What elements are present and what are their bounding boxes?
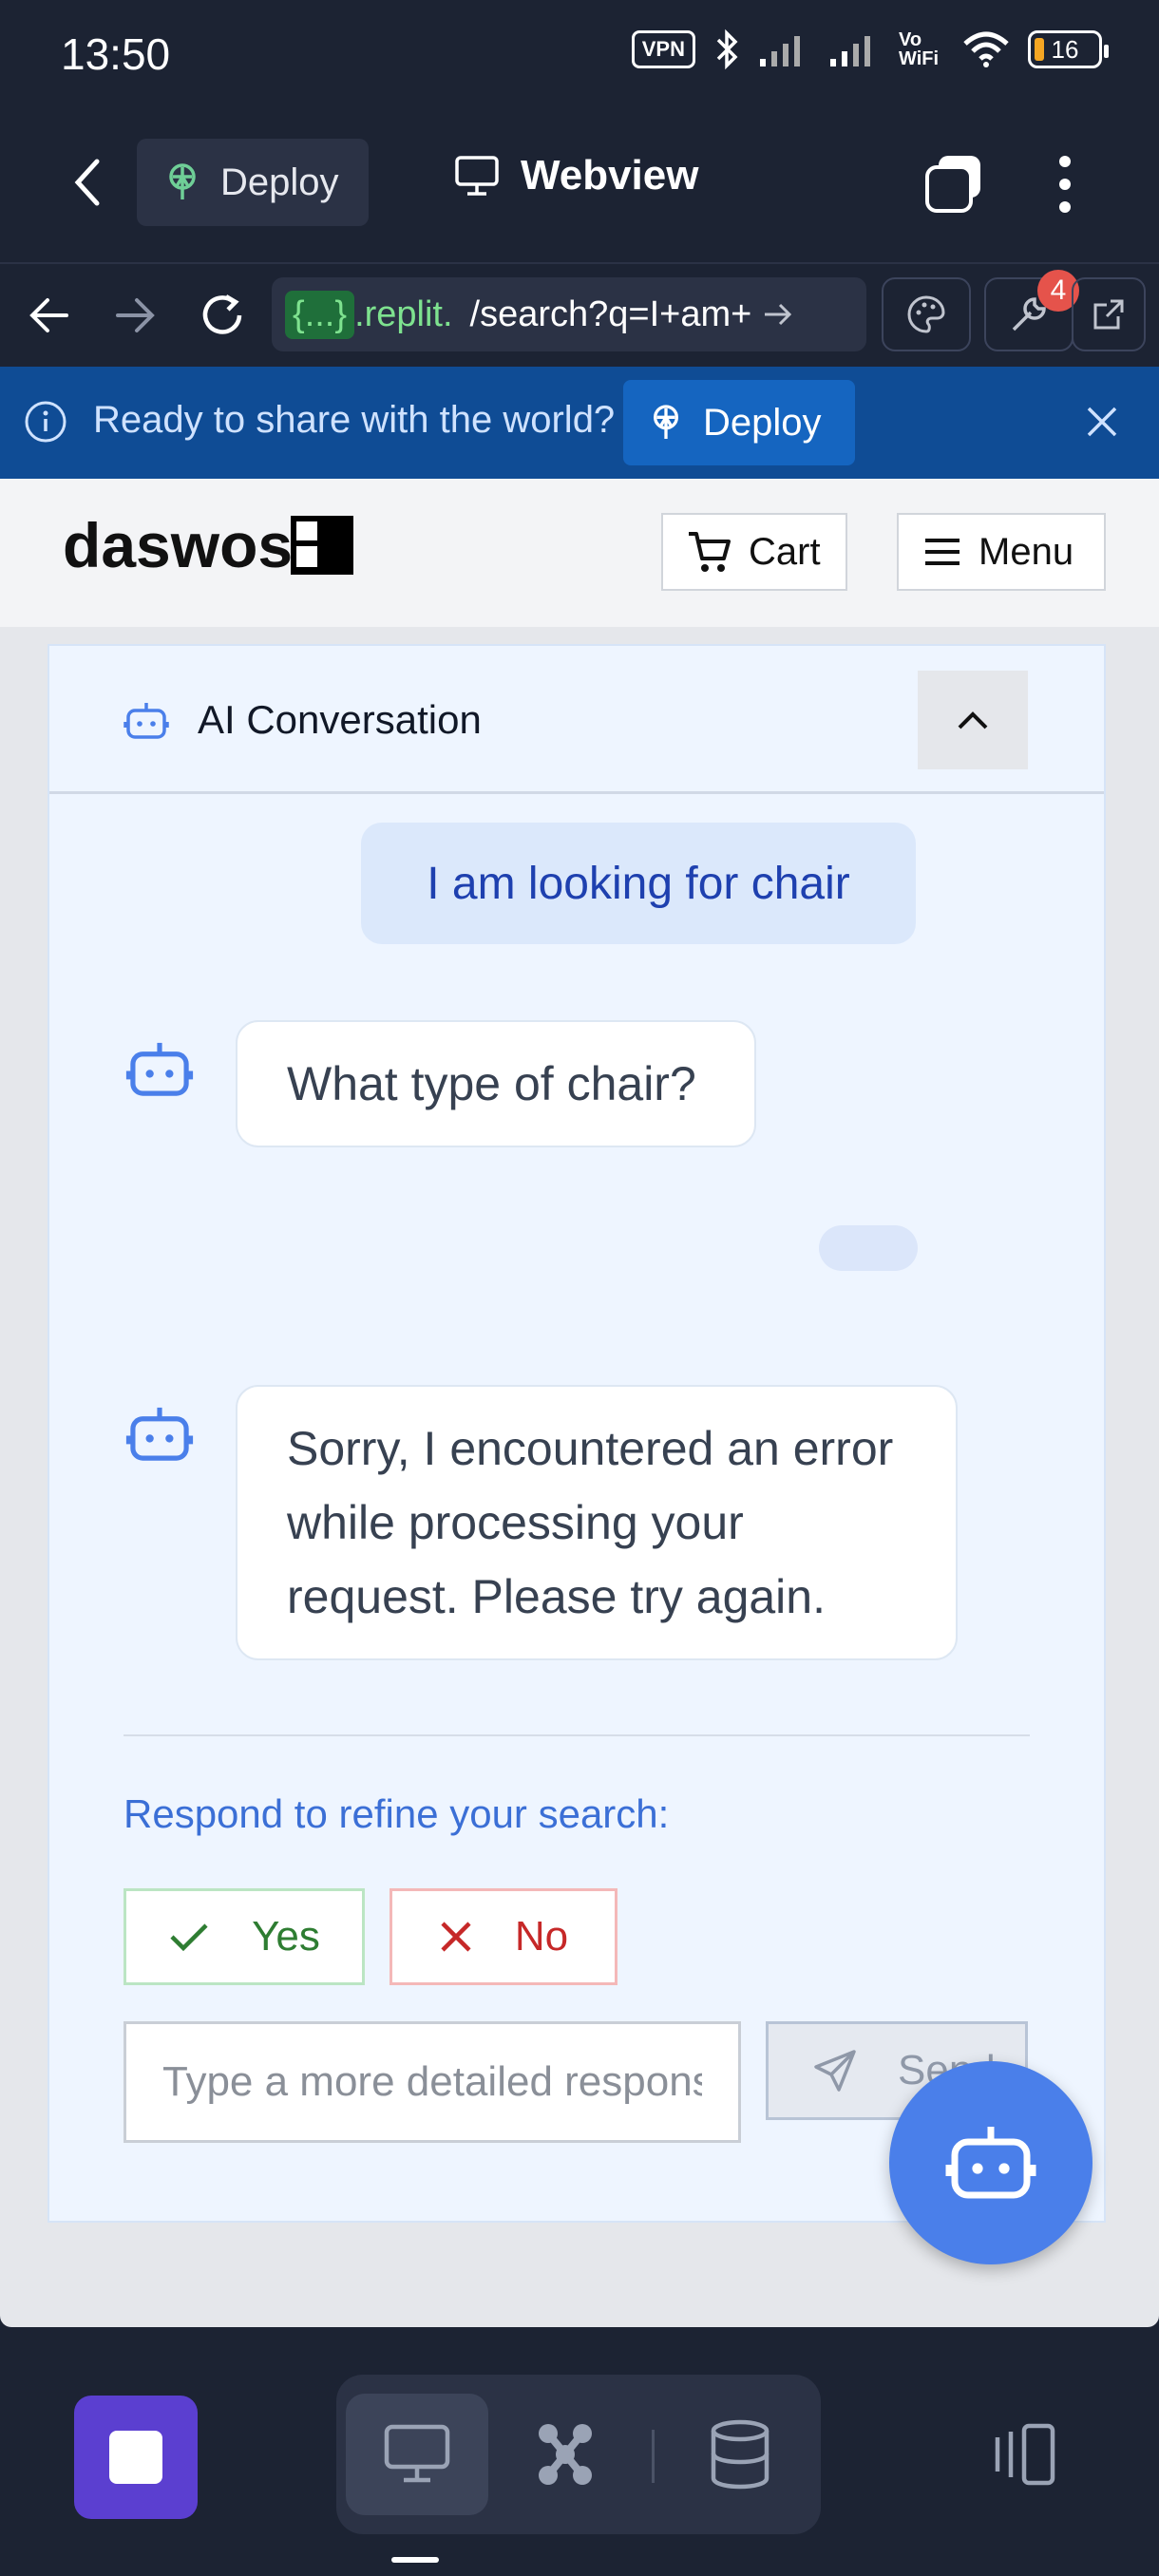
url-chip: {...} [285, 290, 355, 339]
reload-button[interactable] [198, 291, 247, 340]
status-time: 13:50 [61, 29, 171, 79]
ai-assistant-fab[interactable] [889, 2061, 1092, 2264]
hamburger-icon [925, 539, 960, 565]
refine-label: Respond to refine your search: [124, 1791, 670, 1836]
monitor-icon [384, 2424, 450, 2483]
robot-icon [124, 699, 169, 743]
banner-deploy-label: Deploy [703, 401, 822, 444]
open-external-button[interactable] [1072, 277, 1146, 351]
bot-avatar-icon [125, 1037, 194, 1102]
no-label: No [514, 1913, 569, 1960]
more-vertical-icon [1059, 156, 1071, 213]
stop-button[interactable] [74, 2396, 198, 2519]
yes-label: Yes [252, 1913, 320, 1960]
collapse-button[interactable] [918, 671, 1028, 769]
back-button[interactable] [66, 156, 108, 209]
user-message: I am looking for chair [361, 823, 916, 944]
separator [652, 2430, 655, 2483]
no-button[interactable]: No [390, 1888, 618, 1985]
monitor-icon [455, 156, 499, 196]
robot-icon [945, 2127, 1036, 2199]
palette-button[interactable] [882, 277, 971, 351]
check-icon [170, 1923, 208, 1952]
logo-text: daswos [63, 510, 294, 580]
panels-button[interactable] [986, 2422, 1058, 2489]
deploy-icon [654, 405, 678, 439]
typing-indicator [819, 1225, 918, 1271]
bluetooth-icon [716, 28, 738, 70]
banner-close-button[interactable] [1083, 403, 1121, 441]
menu-button[interactable]: Menu [897, 513, 1106, 591]
tab-webview[interactable] [346, 2394, 488, 2515]
cart-icon [689, 532, 731, 572]
logo-mark [291, 516, 354, 575]
bot-message: What type of chair? [236, 1020, 756, 1147]
status-icons: VPN Vo WiFi 16 [631, 28, 1109, 70]
tab-database[interactable] [669, 2394, 811, 2515]
cart-label: Cart [749, 530, 821, 573]
workflow-icon [539, 2424, 592, 2485]
url-path: /search?q=I+am+ [469, 294, 752, 334]
chevron-up-icon [958, 711, 988, 729]
devtools-button[interactable]: 4 [984, 270, 1079, 351]
tabs-button[interactable] [923, 152, 986, 215]
tab-workflow[interactable] [494, 2394, 636, 2515]
external-link-icon [1093, 299, 1124, 330]
panel-title: AI Conversation [198, 697, 482, 742]
nav-back-button[interactable] [27, 293, 72, 338]
bot-error-message: Sorry, I encountered an error while proc… [236, 1385, 958, 1660]
send-icon [814, 2050, 856, 2092]
cart-button[interactable]: Cart [661, 513, 847, 591]
wifi-icon [963, 31, 1009, 67]
panels-icon [995, 2423, 1055, 2486]
site-logo[interactable]: daswos [63, 509, 354, 581]
palette-icon [907, 295, 945, 333]
vowifi-label: Vo WiFi [899, 29, 940, 69]
detailed-response-input[interactable] [124, 2021, 741, 2143]
vpn-icon: VPN [631, 30, 695, 68]
signal-icon [760, 36, 800, 66]
divider [124, 1734, 1030, 1736]
yes-button[interactable]: Yes [124, 1888, 365, 1985]
url-host: .replit. [354, 294, 453, 334]
more-button[interactable] [1051, 154, 1079, 215]
deploy-icon [169, 163, 196, 199]
webview-title: Webview [521, 152, 699, 199]
signal-icon-2 [830, 36, 870, 66]
database-icon [711, 2419, 770, 2490]
tabs-icon [925, 156, 980, 213]
stop-icon [109, 2431, 162, 2484]
reload-icon [202, 294, 242, 334]
arrow-right-icon [116, 298, 155, 332]
url-field[interactable]: {...} .replit. /search?q=I+am+ [272, 277, 866, 351]
nav-forward-button[interactable] [112, 293, 158, 338]
battery-icon: 16 [1028, 30, 1109, 68]
deploy-button[interactable]: Deploy [137, 139, 369, 226]
banner-deploy-button[interactable]: Deploy [623, 380, 855, 465]
webview-tab[interactable]: Webview [454, 152, 698, 199]
banner-text: Ready to share with the world? [93, 399, 616, 441]
close-icon [1087, 407, 1117, 437]
home-indicator [391, 2557, 439, 2563]
menu-label: Menu [978, 530, 1074, 573]
bot-avatar-icon [125, 1402, 194, 1467]
arrow-left-icon [29, 298, 68, 332]
chevron-left-icon [74, 159, 100, 206]
x-icon [441, 1922, 471, 1952]
battery-level: 16 [1051, 34, 1079, 64]
arrow-right-icon [765, 303, 792, 326]
info-icon [23, 399, 68, 445]
deploy-label: Deploy [220, 161, 339, 203]
